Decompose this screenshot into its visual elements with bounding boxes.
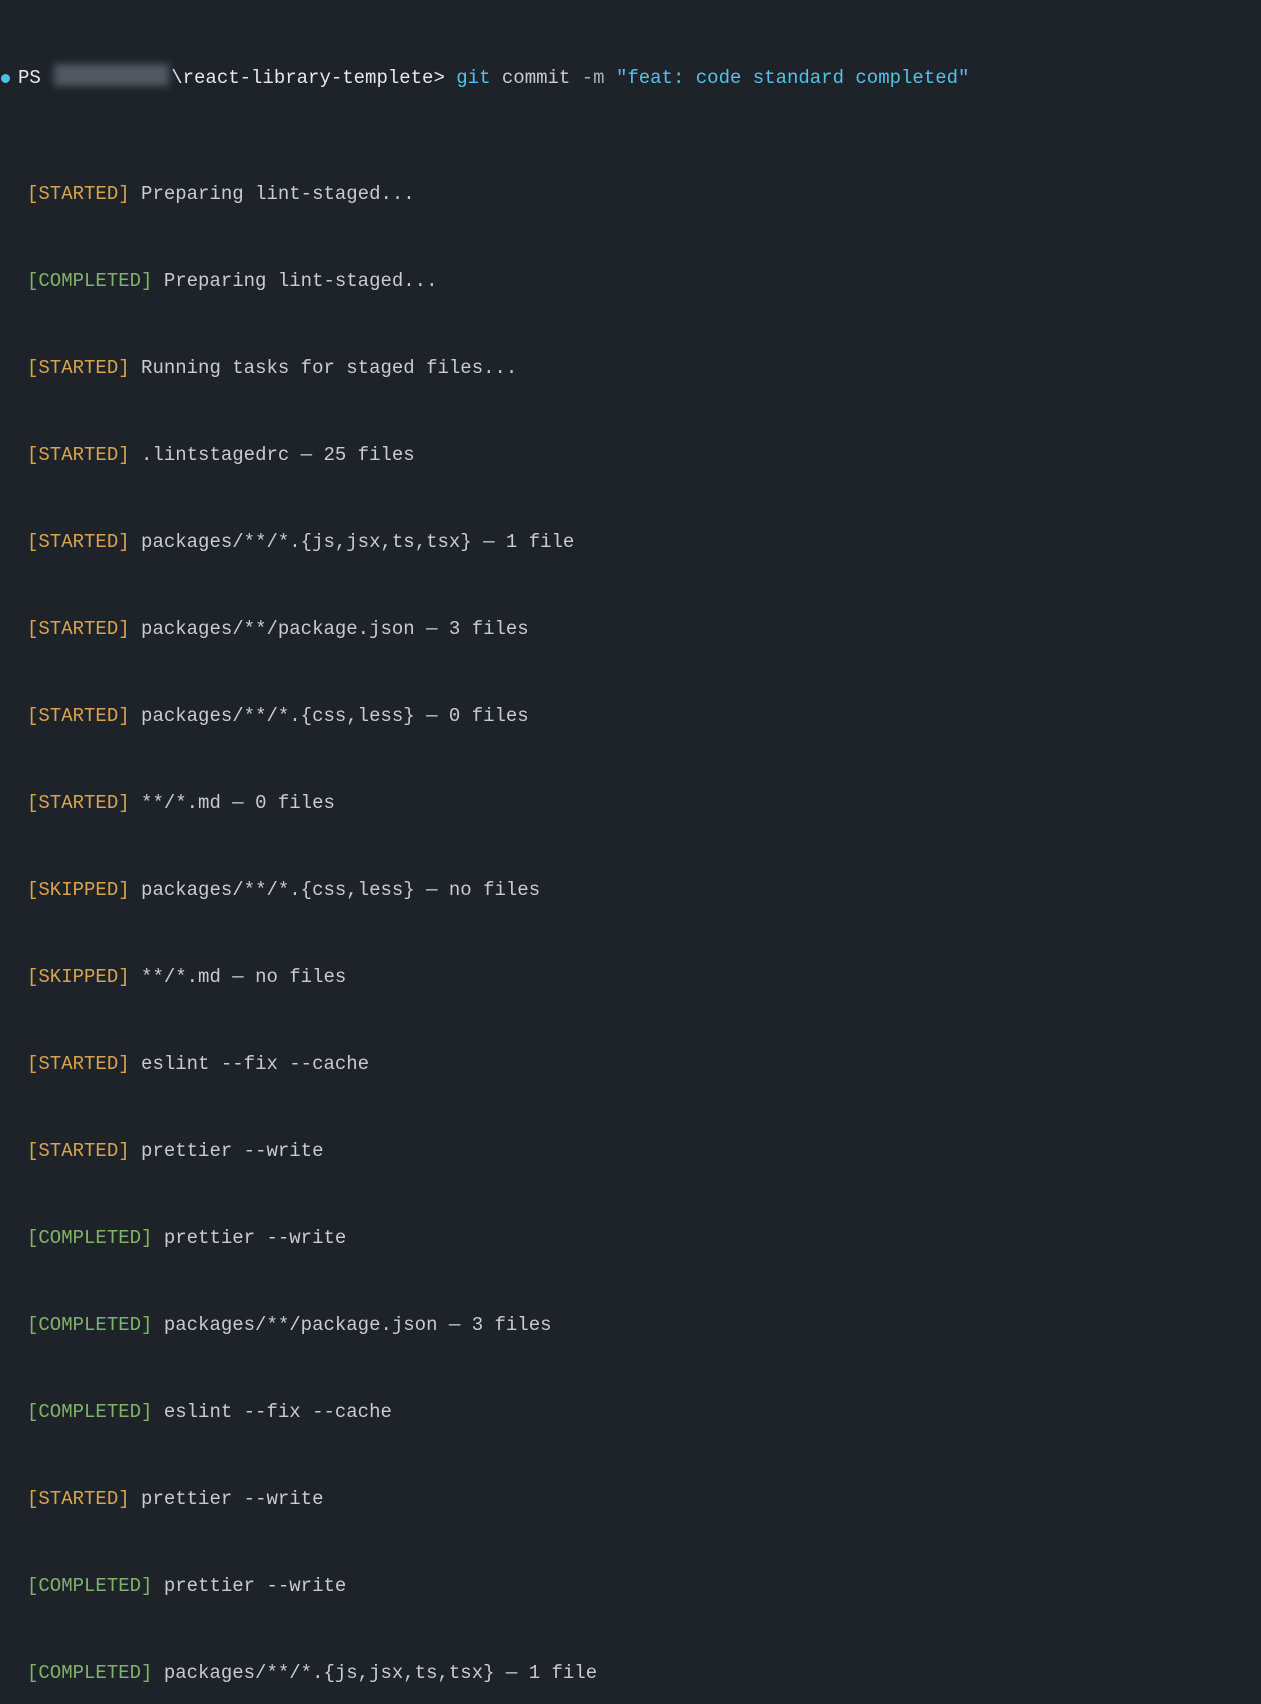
log-message: prettier --write [164, 1224, 346, 1253]
log-message: prettier --write [141, 1137, 323, 1166]
status-tag-started: [STARTED] [27, 441, 130, 470]
log-message: **/*.md — no files [141, 963, 346, 992]
log-message: eslint --fix --cache [141, 1050, 369, 1079]
log-line: [STARTED] **/*.md — 0 files [0, 789, 1261, 818]
git-subcommand: commit [502, 64, 570, 93]
log-line: [STARTED] packages/**/*.{css,less} — 0 f… [0, 702, 1261, 731]
git-command: git [456, 64, 490, 93]
log-line: [COMPLETED] eslint --fix --cache [0, 1398, 1261, 1427]
status-tag-started: [STARTED] [27, 789, 130, 818]
status-tag-completed: [COMPLETED] [27, 1224, 152, 1253]
status-tag-started: [STARTED] [27, 1050, 130, 1079]
log-line: [SKIPPED] packages/**/*.{css,less} — no … [0, 876, 1261, 905]
status-tag-completed: [COMPLETED] [27, 1572, 152, 1601]
status-tag-completed: [COMPLETED] [27, 1398, 152, 1427]
status-tag-started: [STARTED] [27, 528, 130, 557]
git-flag: -m [582, 64, 605, 93]
commit-message-string: "feat: code standard completed" [616, 64, 969, 93]
prompt-angle: > [433, 64, 444, 93]
log-line: [STARTED] .lintstagedrc — 25 files [0, 441, 1261, 470]
status-tag-skipped: [SKIPPED] [27, 963, 130, 992]
log-message: packages/**/package.json — 3 files [164, 1311, 552, 1340]
status-dot-icon [1, 74, 10, 83]
log-message: Running tasks for staged files... [141, 354, 517, 383]
status-tag-completed: [COMPLETED] [27, 1311, 152, 1340]
log-line: [STARTED] prettier --write [0, 1485, 1261, 1514]
prompt-line: PS \react-library-templete> git commit -… [0, 64, 1261, 93]
log-message: Preparing lint-staged... [141, 180, 415, 209]
status-tag-started: [STARTED] [27, 354, 130, 383]
log-line: [COMPLETED] packages/**/*.{js,jsx,ts,tsx… [0, 1659, 1261, 1688]
log-message: **/*.md — 0 files [141, 789, 335, 818]
path-suffix: \react-library-templete [171, 64, 433, 93]
ps-prefix: PS [18, 64, 41, 93]
redacted-path [54, 64, 169, 86]
log-message: prettier --write [164, 1572, 346, 1601]
status-tag-started: [STARTED] [27, 615, 130, 644]
log-message: packages/**/*.{css,less} — no files [141, 876, 540, 905]
log-message: .lintstagedrc — 25 files [141, 441, 415, 470]
log-line: [SKIPPED] **/*.md — no files [0, 963, 1261, 992]
status-tag-completed: [COMPLETED] [27, 267, 152, 296]
log-line: [STARTED] Running tasks for staged files… [0, 354, 1261, 383]
log-line: [STARTED] eslint --fix --cache [0, 1050, 1261, 1079]
log-message: packages/**/*.{js,jsx,ts,tsx} — 1 file [164, 1659, 597, 1688]
log-line: [STARTED] Preparing lint-staged... [0, 180, 1261, 209]
log-line: [COMPLETED] packages/**/package.json — 3… [0, 1311, 1261, 1340]
log-message: prettier --write [141, 1485, 323, 1514]
log-message: packages/**/*.{css,less} — 0 files [141, 702, 529, 731]
log-line: [COMPLETED] prettier --write [0, 1224, 1261, 1253]
status-tag-skipped: [SKIPPED] [27, 876, 130, 905]
log-line: [STARTED] packages/**/*.{js,jsx,ts,tsx} … [0, 528, 1261, 557]
status-tag-started: [STARTED] [27, 1137, 130, 1166]
log-message: eslint --fix --cache [164, 1398, 392, 1427]
log-message: packages/**/package.json — 3 files [141, 615, 529, 644]
log-line: [STARTED] packages/**/package.json — 3 f… [0, 615, 1261, 644]
terminal-output[interactable]: PS \react-library-templete> git commit -… [0, 6, 1261, 1704]
log-line: [STARTED] prettier --write [0, 1137, 1261, 1166]
status-tag-completed: [COMPLETED] [27, 1659, 152, 1688]
log-message: Preparing lint-staged... [164, 267, 438, 296]
log-line: [COMPLETED] Preparing lint-staged... [0, 267, 1261, 296]
log-line: [COMPLETED] prettier --write [0, 1572, 1261, 1601]
status-tag-started: [STARTED] [27, 702, 130, 731]
log-message: packages/**/*.{js,jsx,ts,tsx} — 1 file [141, 528, 574, 557]
status-tag-started: [STARTED] [27, 180, 130, 209]
status-tag-started: [STARTED] [27, 1485, 130, 1514]
